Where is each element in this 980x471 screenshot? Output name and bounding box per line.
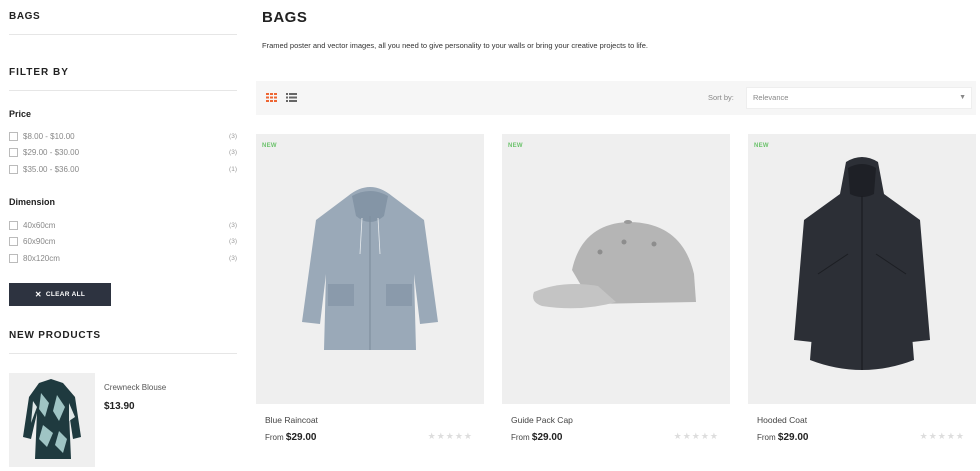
facet-option-label[interactable]: $35.00 - $36.00 — [23, 165, 229, 174]
checkbox[interactable] — [9, 131, 18, 141]
facet-option-label[interactable]: $8.00 - $10.00 — [23, 132, 229, 141]
product-listing: BAGS Framed poster and vector images, al… — [256, 0, 976, 471]
new-product-thumbnail[interactable] — [9, 373, 95, 467]
product-name[interactable]: Blue Raincoat — [265, 415, 318, 425]
facet-option-count: (3) — [229, 132, 237, 140]
new-badge: NEW — [508, 143, 523, 149]
divider — [9, 353, 237, 354]
raincoat-image[interactable] — [256, 134, 484, 404]
price-value: $29.00 — [777, 432, 809, 443]
new-badge: NEW — [754, 143, 769, 149]
checkbox[interactable] — [9, 148, 18, 158]
facet-option[interactable]: $35.00 - $36.00 (1) — [9, 161, 237, 178]
facet-option[interactable]: 40x60cm (3) — [9, 217, 237, 234]
facet-option[interactable]: $29.00 - $30.00 (3) — [9, 145, 237, 162]
facet-option-count: (3) — [229, 238, 237, 246]
divider — [9, 34, 237, 35]
category-description: Framed poster and vector images, all you… — [262, 41, 649, 50]
product-name[interactable]: Hooded Coat — [757, 415, 807, 425]
facet-option-count: (3) — [229, 254, 237, 262]
price-value: $29.00 — [531, 432, 563, 443]
new-product-price: $13.90 — [104, 401, 135, 412]
star-icon: ★★★★★ — [673, 431, 719, 441]
facet-option-count: (1) — [229, 165, 237, 173]
sort-select[interactable]: Relevance ▼ — [746, 87, 972, 109]
price-facet-list: $8.00 - $10.00 (3) $29.00 - $30.00 (3) $… — [9, 128, 237, 178]
price-value: $29.00 — [285, 432, 317, 443]
listing-toolbar: Sort by: Relevance ▼ — [256, 81, 976, 115]
facet-option-count: (3) — [229, 149, 237, 157]
star-icon: ★★★★★ — [427, 431, 473, 441]
grid-view-icon[interactable] — [266, 93, 277, 102]
product-card[interactable]: NEW Hooded Coat From $29.00 ★★★★★ — [748, 134, 976, 471]
checkbox[interactable] — [9, 237, 18, 247]
product-price: From $29.00 — [511, 432, 563, 443]
cap-image[interactable] — [502, 134, 730, 404]
facet-title-price: Price — [9, 109, 32, 119]
facet-option-label[interactable]: 60x90cm — [23, 237, 229, 246]
blouse-image[interactable] — [9, 373, 95, 467]
facet-option[interactable]: 60x90cm (3) — [9, 234, 237, 251]
filter-by-title: FILTER BY — [9, 67, 69, 78]
product-image[interactable] — [256, 134, 484, 404]
product-price: From $29.00 — [265, 432, 317, 443]
checkbox[interactable] — [9, 220, 18, 230]
product-card[interactable]: NEW Blue Raincoat From $29.00 ★★★★★ — [256, 134, 484, 471]
facet-option-label[interactable]: 80x120cm — [23, 254, 229, 263]
new-badge: NEW — [262, 143, 277, 149]
sort-select-value[interactable]: Relevance — [753, 93, 788, 102]
sidebar-category-title: BAGS — [9, 11, 41, 22]
divider — [9, 90, 237, 91]
new-product-name[interactable]: Crewneck Blouse — [104, 383, 166, 392]
facet-option-count: (3) — [229, 221, 237, 229]
product-name[interactable]: Guide Pack Cap — [511, 415, 573, 425]
clear-all-button[interactable]: ✕ CLEAR ALL — [9, 283, 111, 306]
dimension-facet-list: 40x60cm (3) 60x90cm (3) 80x120cm (3) — [9, 217, 237, 267]
hooded-coat-image[interactable] — [748, 134, 976, 404]
star-icon: ★★★★★ — [919, 431, 965, 441]
price-prefix: From — [265, 433, 284, 442]
product-price: From $29.00 — [757, 432, 809, 443]
facet-option[interactable]: 80x120cm (3) — [9, 250, 237, 267]
list-view-icon[interactable] — [286, 93, 297, 102]
checkbox[interactable] — [9, 253, 18, 263]
chevron-down-icon[interactable]: ▼ — [959, 88, 966, 108]
checkbox[interactable] — [9, 164, 18, 174]
product-card[interactable]: NEW Guide Pack Cap From $29.00 ★★★★★ — [502, 134, 730, 471]
facet-title-dimension: Dimension — [9, 197, 56, 207]
product-image[interactable] — [748, 134, 976, 404]
price-prefix: From — [757, 433, 776, 442]
new-products-title: NEW PRODUCTS — [9, 330, 101, 341]
facet-option-label[interactable]: $29.00 - $30.00 — [23, 148, 229, 157]
facet-option-label[interactable]: 40x60cm — [23, 221, 229, 230]
facet-option[interactable]: $8.00 - $10.00 (3) — [9, 128, 237, 145]
close-icon: ✕ — [34, 290, 42, 299]
product-image[interactable] — [502, 134, 730, 404]
page-title: BAGS — [262, 9, 308, 26]
sort-by-label: Sort by: — [708, 93, 734, 102]
price-prefix: From — [511, 433, 530, 442]
clear-all-label[interactable]: CLEAR ALL — [46, 291, 85, 298]
